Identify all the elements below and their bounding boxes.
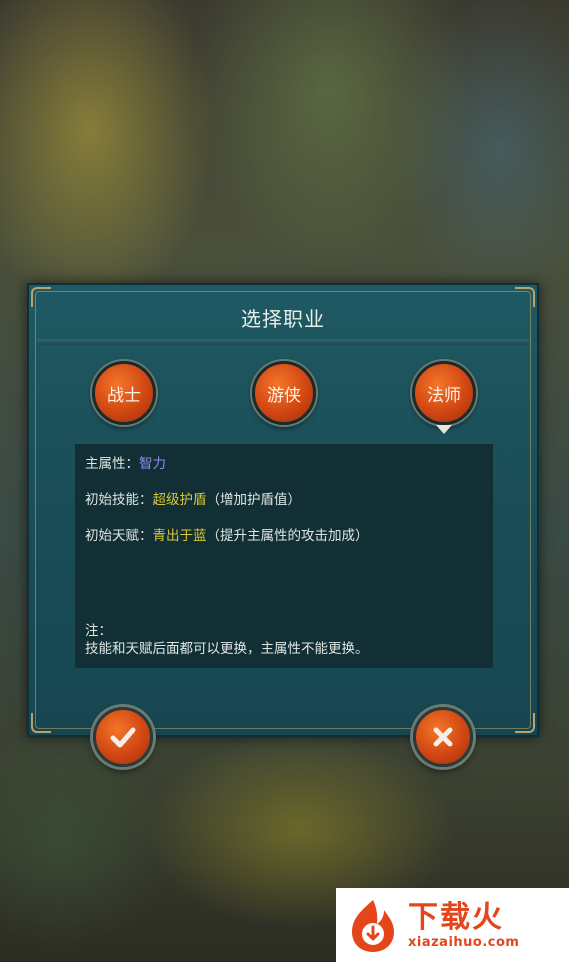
close-icon	[433, 727, 453, 747]
cancel-button[interactable]	[413, 707, 473, 767]
main-attribute-value: 智力	[139, 456, 166, 472]
class-select-dialog: 选择职业 战士 游侠 法师 主属性：智力 初始技能：超级护盾（增加护盾值） 初始…	[27, 283, 539, 737]
corner-ornament	[515, 713, 535, 733]
initial-talent-value: 青出于蓝	[152, 528, 207, 544]
note-text: 技能和天赋后面都可以更换，主属性不能更换。	[85, 641, 369, 657]
class-button-warrior[interactable]: 战士	[92, 361, 156, 425]
selected-class-pointer	[436, 425, 452, 434]
watermark-url: xiazaihuo.com	[408, 934, 520, 950]
class-button-mage[interactable]: 法师	[412, 361, 476, 425]
class-info-panel: 主属性：智力 初始技能：超级护盾（增加护盾值） 初始天赋：青出于蓝（提升主属性的…	[75, 444, 493, 668]
watermark-name: 下载火	[408, 899, 504, 935]
main-attribute-row: 主属性：智力	[85, 456, 166, 472]
xiazaihuo-logo	[352, 900, 394, 952]
confirm-button[interactable]	[93, 707, 153, 767]
initial-talent-row: 初始天赋：青出于蓝（提升主属性的攻击加成）	[85, 528, 369, 544]
initial-skill-value: 超级护盾	[152, 492, 207, 508]
class-button-ranger[interactable]: 游侠	[252, 361, 316, 425]
dialog-title: 选择职业	[241, 307, 325, 331]
corner-ornament	[31, 713, 51, 733]
title-divider	[37, 339, 529, 345]
note-title: 注：	[85, 623, 112, 639]
watermark: 下载火 xiazaihuo.com	[336, 888, 569, 962]
checkmark-icon	[110, 727, 136, 748]
initial-skill-row: 初始技能：超级护盾（增加护盾值）	[85, 492, 301, 508]
